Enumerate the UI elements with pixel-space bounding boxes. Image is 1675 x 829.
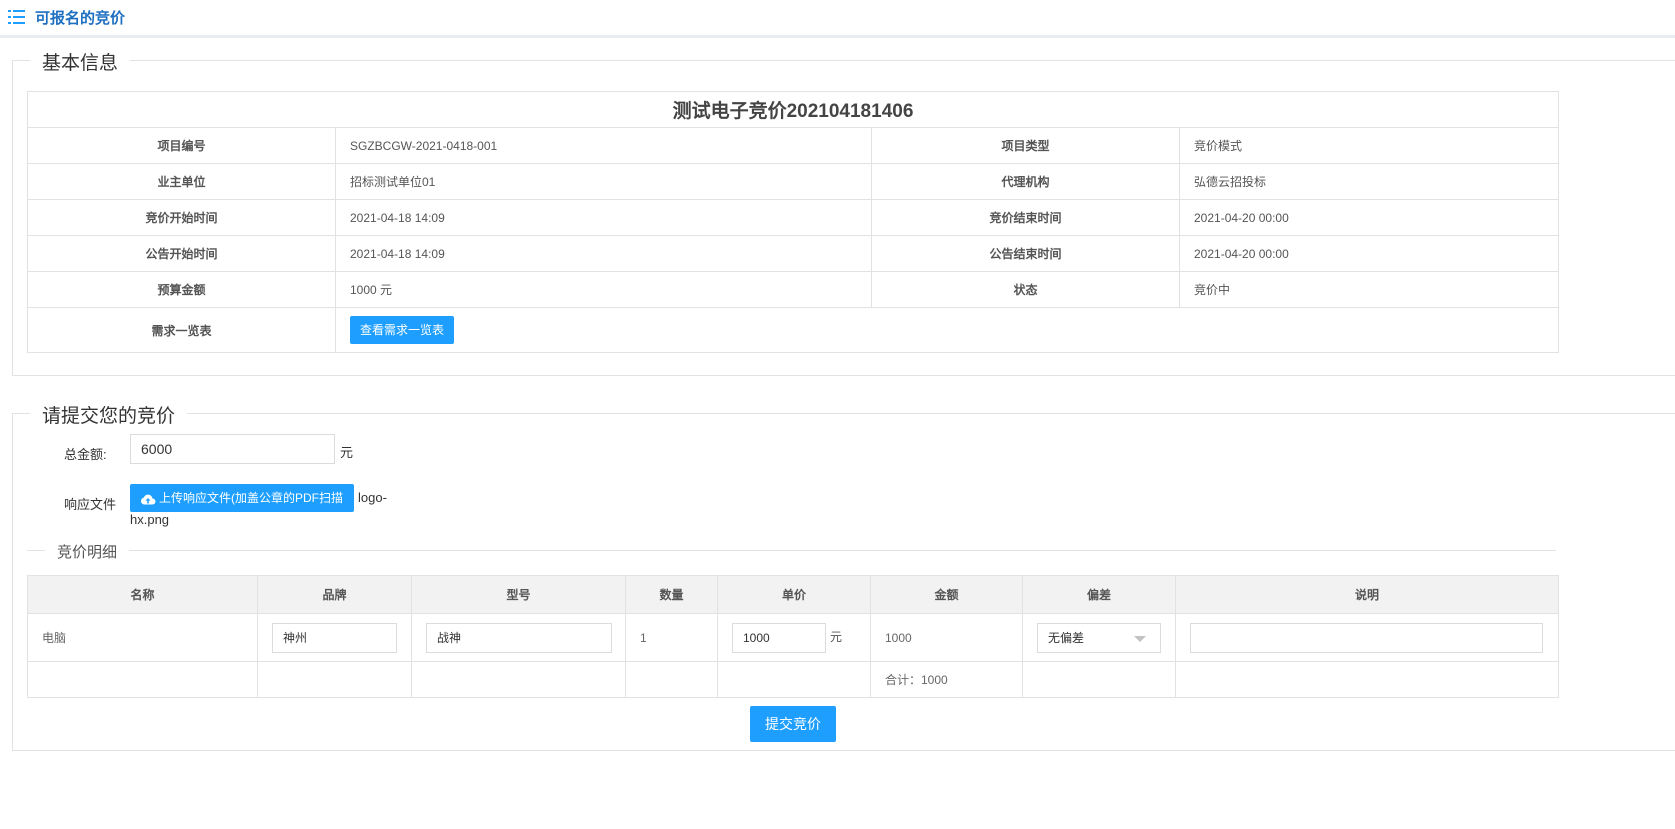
table-header-row: 名称 品牌 型号 数量 单价 金额 偏差 说明 bbox=[27, 575, 1559, 614]
column-header-quantity: 数量 bbox=[625, 575, 718, 614]
brand-cell bbox=[257, 613, 412, 662]
empty-cell bbox=[27, 661, 258, 698]
empty-cell bbox=[1022, 661, 1176, 698]
basic-info-legend: 基本信息 bbox=[30, 48, 131, 75]
bid-start-value: 2021-04-18 14:09 bbox=[335, 199, 872, 236]
column-header-note: 说明 bbox=[1175, 575, 1559, 614]
empty-cell bbox=[625, 661, 718, 698]
column-header-deviation: 偏差 bbox=[1022, 575, 1176, 614]
note-cell bbox=[1175, 613, 1559, 662]
model-input[interactable] bbox=[426, 622, 612, 653]
project-number-value: SGZBCGW-2021-0418-001 bbox=[335, 127, 872, 164]
info-row: 业主单位 招标测试单位01 代理机构 弘德云招投标 bbox=[27, 163, 1559, 200]
header-divider bbox=[0, 35, 1675, 38]
column-header-brand: 品牌 bbox=[257, 575, 412, 614]
empty-cell bbox=[1175, 661, 1559, 698]
status-label: 状态 bbox=[871, 271, 1180, 308]
note-input[interactable] bbox=[1190, 622, 1543, 653]
bid-end-value: 2021-04-20 00:00 bbox=[1179, 199, 1559, 236]
upload-response-file-button[interactable]: 上传响应文件(加盖公章的PDF扫描件) bbox=[130, 484, 354, 533]
bid-detail-table: 名称 品牌 型号 数量 单价 金额 偏差 说明 电脑 1 元 1000 无偏差 bbox=[27, 575, 1559, 698]
notice-start-label: 公告开始时间 bbox=[27, 235, 336, 272]
project-title: 测试电子竞价202104181406 bbox=[27, 91, 1559, 128]
unit-price-cell: 元 bbox=[717, 613, 871, 662]
bid-start-label: 竞价开始时间 bbox=[27, 199, 336, 236]
item-name: 电脑 bbox=[27, 613, 258, 662]
info-row: 竞价开始时间 2021-04-18 14:09 竞价结束时间 2021-04-2… bbox=[27, 199, 1559, 236]
top-bar: 可报名的竞价 bbox=[0, 0, 1675, 35]
column-header-amount: 金额 bbox=[870, 575, 1023, 614]
budget-value: 1000 元 bbox=[335, 271, 872, 308]
project-type-label: 项目类型 bbox=[871, 127, 1180, 164]
project-number-label: 项目编号 bbox=[27, 127, 336, 164]
table-row: 电脑 1 元 1000 无偏差 bbox=[27, 613, 1559, 662]
view-requirement-list-button[interactable]: 查看需求一览表 bbox=[350, 316, 455, 344]
project-type-value: 竞价模式 bbox=[1179, 127, 1559, 164]
empty-cell bbox=[717, 661, 871, 698]
cloud-upload-icon bbox=[140, 494, 156, 505]
info-row: 项目编号 SGZBCGW-2021-0418-001 项目类型 竞价模式 bbox=[27, 127, 1559, 164]
submit-bid-button[interactable]: 提交竞价 bbox=[750, 706, 836, 742]
total-amount-label: 总金额: bbox=[64, 447, 107, 462]
basic-info-table: 测试电子竞价202104181406 项目编号 SGZBCGW-2021-041… bbox=[27, 91, 1559, 353]
uploaded-file-name-continued: hx.png bbox=[130, 512, 170, 527]
deviation-cell: 无偏差 bbox=[1022, 613, 1176, 662]
deviation-selected-value: 无偏差 bbox=[1048, 630, 1085, 645]
total-amount-input[interactable] bbox=[130, 434, 335, 464]
detail-divider bbox=[27, 550, 1556, 551]
column-header-model: 型号 bbox=[411, 575, 626, 614]
item-amount: 1000 bbox=[870, 613, 1023, 662]
agency-value: 弘德云招投标 bbox=[1179, 163, 1559, 200]
requirement-list-label: 需求一览表 bbox=[27, 307, 336, 353]
owner-unit-value: 招标测试单位01 bbox=[335, 163, 872, 200]
bid-end-label: 竞价结束时间 bbox=[871, 199, 1180, 236]
unit-price-input[interactable] bbox=[732, 622, 826, 653]
item-quantity: 1 bbox=[625, 613, 718, 662]
info-row: 需求一览表 查看需求一览表 bbox=[27, 307, 1559, 353]
bid-detail-legend: 竞价明细 bbox=[45, 541, 130, 562]
total-row: 合计：1000 bbox=[27, 661, 1559, 698]
page-title: 可报名的竞价 bbox=[35, 10, 126, 27]
total-amount-summary: 合计：1000 bbox=[870, 661, 1023, 698]
notice-end-label: 公告结束时间 bbox=[871, 235, 1180, 272]
unit-price-unit: 元 bbox=[830, 629, 843, 644]
total-amount-unit: 元 bbox=[340, 445, 354, 460]
notice-start-value: 2021-04-18 14:09 bbox=[335, 235, 872, 272]
info-row: 预算金额 1000 元 状态 竞价中 bbox=[27, 271, 1559, 308]
notice-end-value: 2021-04-20 00:00 bbox=[1179, 235, 1559, 272]
list-icon bbox=[8, 10, 25, 24]
status-value: 竞价中 bbox=[1179, 271, 1559, 308]
requirement-list-cell: 查看需求一览表 bbox=[335, 307, 1559, 353]
submit-bid-legend: 请提交您的竞价 bbox=[30, 401, 188, 428]
uploaded-file-name: logo- bbox=[358, 490, 387, 505]
owner-unit-label: 业主单位 bbox=[27, 163, 336, 200]
info-row: 公告开始时间 2021-04-18 14:09 公告结束时间 2021-04-2… bbox=[27, 235, 1559, 272]
column-header-unit-price: 单价 bbox=[717, 575, 871, 614]
column-header-name: 名称 bbox=[27, 575, 258, 614]
caret-down-icon bbox=[1134, 635, 1146, 642]
agency-label: 代理机构 bbox=[871, 163, 1180, 200]
deviation-select[interactable]: 无偏差 bbox=[1037, 622, 1161, 653]
empty-cell bbox=[257, 661, 412, 698]
brand-input[interactable] bbox=[272, 622, 397, 653]
model-cell bbox=[411, 613, 626, 662]
response-file-label: 响应文件 bbox=[64, 497, 117, 512]
budget-label: 预算金额 bbox=[27, 271, 336, 308]
empty-cell bbox=[411, 661, 626, 698]
